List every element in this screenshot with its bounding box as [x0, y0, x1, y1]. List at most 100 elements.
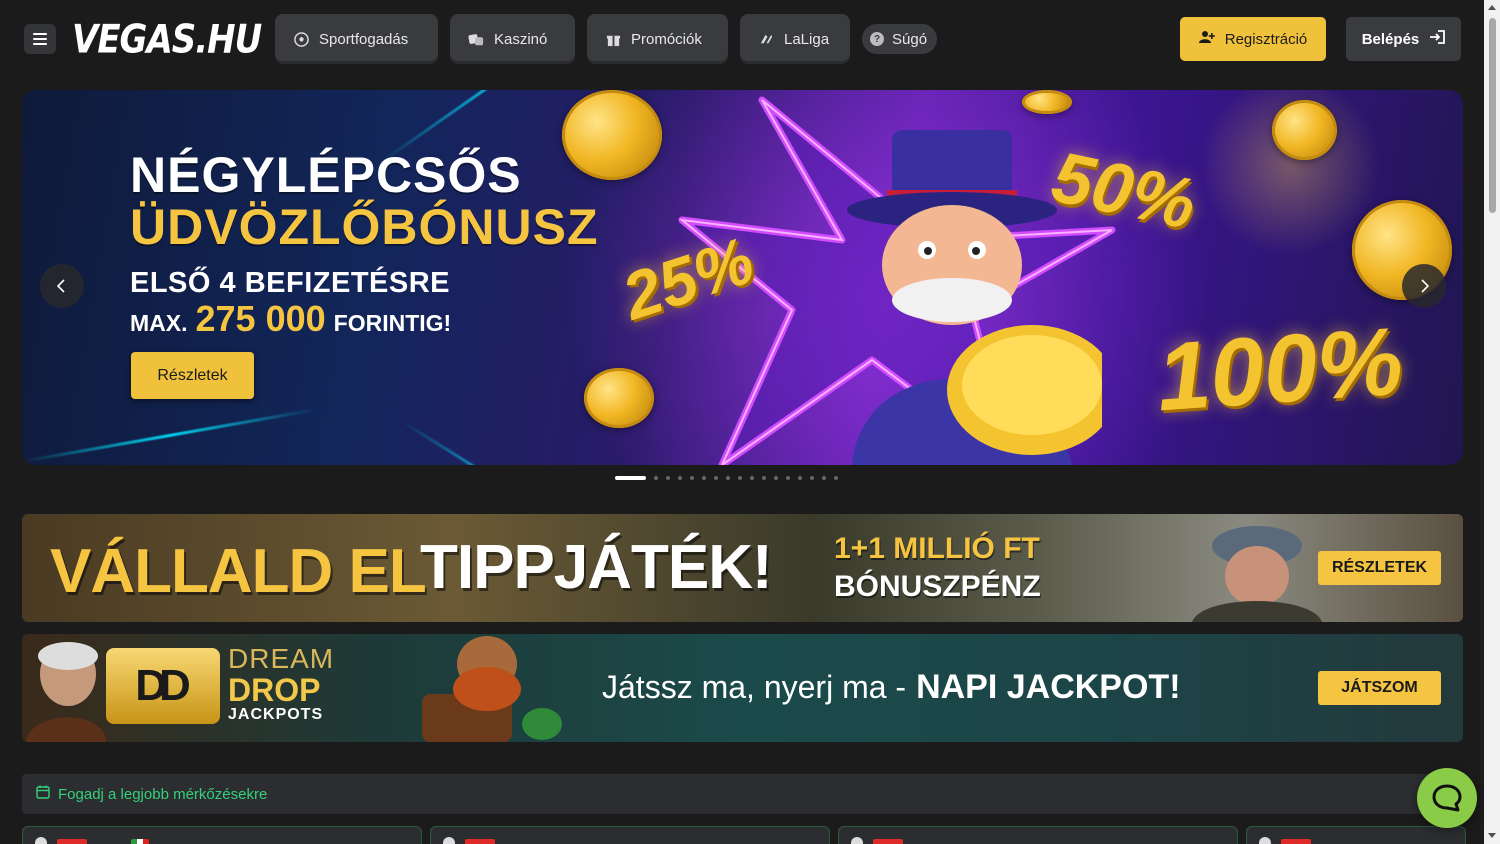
soccer-ball-icon — [1259, 837, 1271, 844]
soccer-ball-icon — [35, 837, 47, 844]
gold-coin — [584, 368, 654, 428]
nav-sportfogadas[interactable]: Sportfogadás — [275, 14, 438, 64]
login-label: Belépés — [1361, 30, 1420, 48]
scroll-thumb[interactable] — [1489, 18, 1496, 213]
site-header: VEGAS.HU Sportfogadás Kaszinó Promóciók … — [0, 0, 1484, 78]
tippjatek-title-yellow: VÁLLALD EL — [50, 537, 427, 606]
viking-illustration — [422, 636, 562, 742]
login-button[interactable]: Belépés — [1346, 17, 1461, 61]
dreamdrop-tagline: Játssz ma, nyerj ma - NAPI JACKPOT! — [602, 668, 1181, 707]
hero-amount-suffix: FORINTIG! — [333, 310, 452, 336]
dealer-illustration — [26, 642, 106, 742]
nav-label: Kaszinó — [494, 30, 548, 48]
hero-details-button[interactable]: Részletek — [131, 352, 254, 399]
featured-matches-title: Fogadj a legjobb mérkőzésekre — [58, 785, 268, 803]
dreamdrop-logo-line2: DROP — [228, 672, 321, 708]
question-icon: ? — [870, 32, 884, 46]
dreamdrop-banner[interactable]: DD DREAM DROP JACKPOTS Játssz ma, nyerj … — [22, 634, 1463, 742]
nav-kaszino[interactable]: Kaszinó — [450, 14, 575, 64]
dreamdrop-logo-line1: DREAM — [228, 643, 335, 674]
nav-label: Sportfogadás — [319, 30, 409, 48]
dreamdrop-tagline-light: Játssz ma, nyerj ma - — [602, 669, 907, 705]
old-man-illustration — [1192, 526, 1322, 622]
hero-subtitle: ELSŐ 4 BEFIZETÉSRE — [130, 267, 450, 299]
soccer-ball-icon — [851, 837, 863, 844]
featured-matches-header: Fogadj a legjobb mérkőzésekre — [22, 774, 1463, 814]
match-card[interactable] — [22, 826, 422, 844]
flag-icon — [131, 839, 149, 844]
carousel-dot[interactable] — [714, 476, 718, 480]
help-label: Súgó — [892, 30, 928, 48]
hamburger-menu-icon[interactable] — [24, 24, 56, 54]
tippjatek-bonus-line2: BÓNUSZPÉNZ — [834, 570, 1041, 603]
pct-100: 100% — [1153, 307, 1406, 432]
carousel-dot[interactable] — [774, 476, 778, 480]
dreamdrop-logo: DD — [106, 648, 220, 724]
register-label: Regisztráció — [1224, 30, 1308, 48]
dreamdrop-tagline-bold: NAPI JACKPOT! — [916, 668, 1181, 706]
tippjatek-details-button[interactable]: RÉSZLETEK — [1318, 551, 1441, 585]
help-button[interactable]: ? Súgó — [862, 24, 938, 54]
hero-title-line2: ÜDVÖZLŐBÓNUSZ — [130, 199, 599, 255]
tippjatek-title-white: TIPPJÁTÉK! — [420, 533, 773, 602]
carousel-dot[interactable] — [702, 476, 706, 480]
chat-bubble-icon — [1432, 784, 1462, 812]
scroll-down-arrow-icon[interactable] — [1488, 833, 1496, 838]
dreamdrop-logo-text: DREAM DROP JACKPOTS — [228, 644, 334, 724]
calendar-icon — [36, 785, 50, 803]
carousel-dot[interactable] — [798, 476, 802, 480]
match-card[interactable] — [1246, 826, 1466, 844]
hero-carousel[interactable]: 25% 50% 100% NÉGYLÉPCSŐS ÜDVÖZLŐBÓNUSZ E… — [22, 90, 1463, 465]
carousel-dot[interactable] — [786, 476, 790, 480]
carousel-dot[interactable] — [690, 476, 694, 480]
carousel-prev-chevron-left-icon[interactable] — [40, 264, 84, 308]
hero-amount-prefix: MAX. — [130, 310, 188, 336]
nav-promociok[interactable]: Promóciók — [587, 14, 728, 64]
carousel-dot[interactable] — [810, 476, 814, 480]
carousel-next-chevron-right-icon[interactable] — [1402, 264, 1446, 308]
user-plus-icon — [1198, 30, 1215, 48]
flag-icon — [465, 839, 495, 844]
carousel-dot[interactable] — [615, 476, 646, 480]
hero-title-line1: NÉGYLÉPCSŐS — [130, 147, 522, 203]
gift-icon — [605, 31, 621, 47]
flag-icon — [57, 839, 87, 844]
flag-icon — [1281, 839, 1311, 844]
carousel-dot[interactable] — [822, 476, 826, 480]
carousel-dot[interactable] — [750, 476, 754, 480]
hero-amount-line: MAX. 275 000 FORINTIG! — [130, 298, 451, 340]
nav-label: Promóciók — [631, 30, 702, 48]
match-card[interactable] — [430, 826, 830, 844]
dreamdrop-play-button[interactable]: JÁTSZOM — [1318, 671, 1441, 705]
tippjatek-banner[interactable]: VÁLLALD EL TIPPJÁTÉK! 1+1 MILLIÓ FT BÓNU… — [22, 514, 1463, 622]
nav-laliga[interactable]: LaLiga — [740, 14, 850, 64]
tippjatek-bonus-line1: 1+1 MILLIÓ FT — [834, 532, 1040, 565]
hero-amount: 275 000 — [195, 298, 326, 339]
carousel-dot[interactable] — [726, 476, 730, 480]
scroll-up-arrow-icon[interactable] — [1488, 5, 1496, 10]
carousel-pagination — [615, 476, 838, 480]
match-card[interactable] — [838, 826, 1238, 844]
carousel-dot[interactable] — [678, 476, 682, 480]
carousel-dot[interactable] — [738, 476, 742, 480]
gold-coin — [562, 90, 662, 180]
gold-coin — [1272, 100, 1337, 160]
carousel-dot[interactable] — [654, 476, 658, 480]
carousel-dot[interactable] — [834, 476, 838, 480]
soccer-ball-icon — [443, 837, 455, 844]
dice-icon — [468, 31, 484, 47]
page-scrollbar[interactable] — [1484, 0, 1500, 844]
flag-icon — [873, 839, 903, 844]
gold-coin — [1022, 90, 1072, 114]
mascot-illustration — [847, 130, 1102, 465]
decor-beam — [22, 407, 318, 463]
live-chat-button[interactable] — [1417, 768, 1477, 828]
site-logo[interactable]: VEGAS.HU — [72, 17, 262, 63]
dreamdrop-logo-line3: JACKPOTS — [228, 706, 324, 723]
carousel-dot[interactable] — [666, 476, 670, 480]
soccer-ball-icon — [293, 31, 309, 47]
carousel-dot[interactable] — [762, 476, 766, 480]
sign-in-icon — [1429, 30, 1446, 48]
register-button[interactable]: Regisztráció — [1180, 17, 1326, 61]
laliga-icon — [758, 31, 774, 47]
